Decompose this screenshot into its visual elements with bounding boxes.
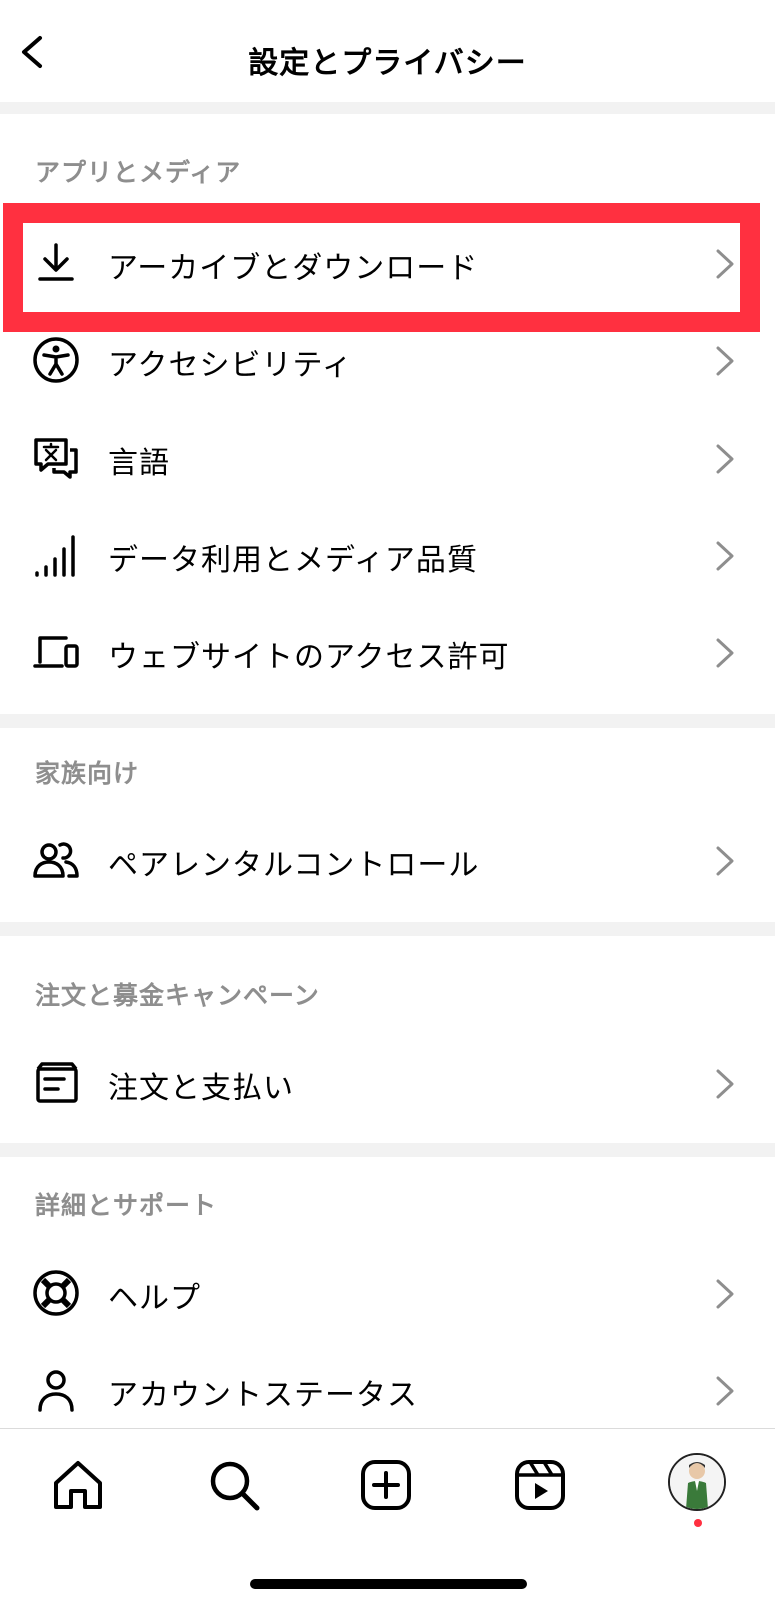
lifebuoy-icon xyxy=(33,1270,79,1316)
chevron-right-icon xyxy=(716,541,734,571)
section-header-more-support: 詳細とサポート xyxy=(35,1191,218,1220)
avatar-illustration-icon xyxy=(670,1455,724,1509)
top-bar: 設定とプライバシー xyxy=(0,0,775,102)
menu-item-label: ペアレンタルコントロール xyxy=(108,848,480,883)
menu-item-data-usage[interactable]: データ利用とメディア品質 xyxy=(0,507,775,603)
bottom-tab-bar xyxy=(0,1429,775,1600)
menu-item-label: ヘルプ xyxy=(108,1281,201,1316)
menu-item-accessibility[interactable]: アクセシビリティ xyxy=(0,312,775,408)
section-header-apps-media: アプリとメディア xyxy=(35,158,242,187)
menu-item-archive-download[interactable]: アーカイブとダウンロード xyxy=(0,215,775,311)
home-icon[interactable] xyxy=(50,1457,106,1513)
chevron-right-icon xyxy=(716,638,734,668)
section-divider xyxy=(0,922,775,936)
chevron-right-icon xyxy=(716,1376,734,1406)
signal-bars-icon xyxy=(35,535,75,577)
section-header-orders-fundraisers: 注文と募金キャンペーン xyxy=(35,981,320,1010)
menu-item-label: アーカイブとダウンロード xyxy=(108,251,479,286)
menu-item-language[interactable]: 言語 xyxy=(0,410,775,506)
menu-item-help[interactable]: ヘルプ xyxy=(0,1245,775,1341)
create-icon[interactable] xyxy=(358,1457,414,1513)
chevron-right-icon xyxy=(716,249,734,279)
section-divider xyxy=(0,102,775,114)
chevron-right-icon xyxy=(716,444,734,474)
chevron-right-icon xyxy=(716,346,734,376)
menu-item-website-permissions[interactable]: ウェブサイトのアクセス許可 xyxy=(0,604,775,700)
menu-item-label: アクセシビリティ xyxy=(108,348,353,383)
menu-item-parental-control[interactable]: ペアレンタルコントロール xyxy=(0,812,775,908)
home-indicator xyxy=(250,1579,527,1589)
menu-item-orders-payments[interactable]: 注文と支払い xyxy=(0,1035,775,1131)
search-icon[interactable] xyxy=(206,1457,262,1513)
menu-item-label: ウェブサイトのアクセス許可 xyxy=(108,640,510,675)
section-header-family: 家族向け xyxy=(35,759,140,788)
menu-item-label: 注文と支払い xyxy=(108,1071,294,1106)
profile-avatar[interactable] xyxy=(668,1453,726,1511)
language-icon xyxy=(34,438,78,479)
chevron-right-icon xyxy=(716,1069,734,1099)
notification-dot xyxy=(694,1519,702,1527)
download-icon xyxy=(38,243,74,281)
people-icon xyxy=(33,842,79,878)
section-divider xyxy=(0,714,775,728)
devices-icon xyxy=(33,636,79,668)
menu-item-account-status[interactable]: アカウントステータス xyxy=(0,1342,775,1428)
reels-icon[interactable] xyxy=(512,1457,568,1513)
chevron-right-icon xyxy=(716,846,734,876)
person-icon xyxy=(38,1370,74,1412)
chevron-right-icon xyxy=(716,1279,734,1309)
page-title: 設定とプライバシー xyxy=(248,46,527,81)
menu-item-label: データ利用とメディア品質 xyxy=(108,543,478,578)
section-divider xyxy=(0,1143,775,1157)
menu-item-label: 言語 xyxy=(108,446,170,481)
menu-item-label: アカウントステータス xyxy=(108,1378,418,1413)
accessibility-icon xyxy=(33,337,79,383)
orders-box-icon xyxy=(36,1062,78,1103)
